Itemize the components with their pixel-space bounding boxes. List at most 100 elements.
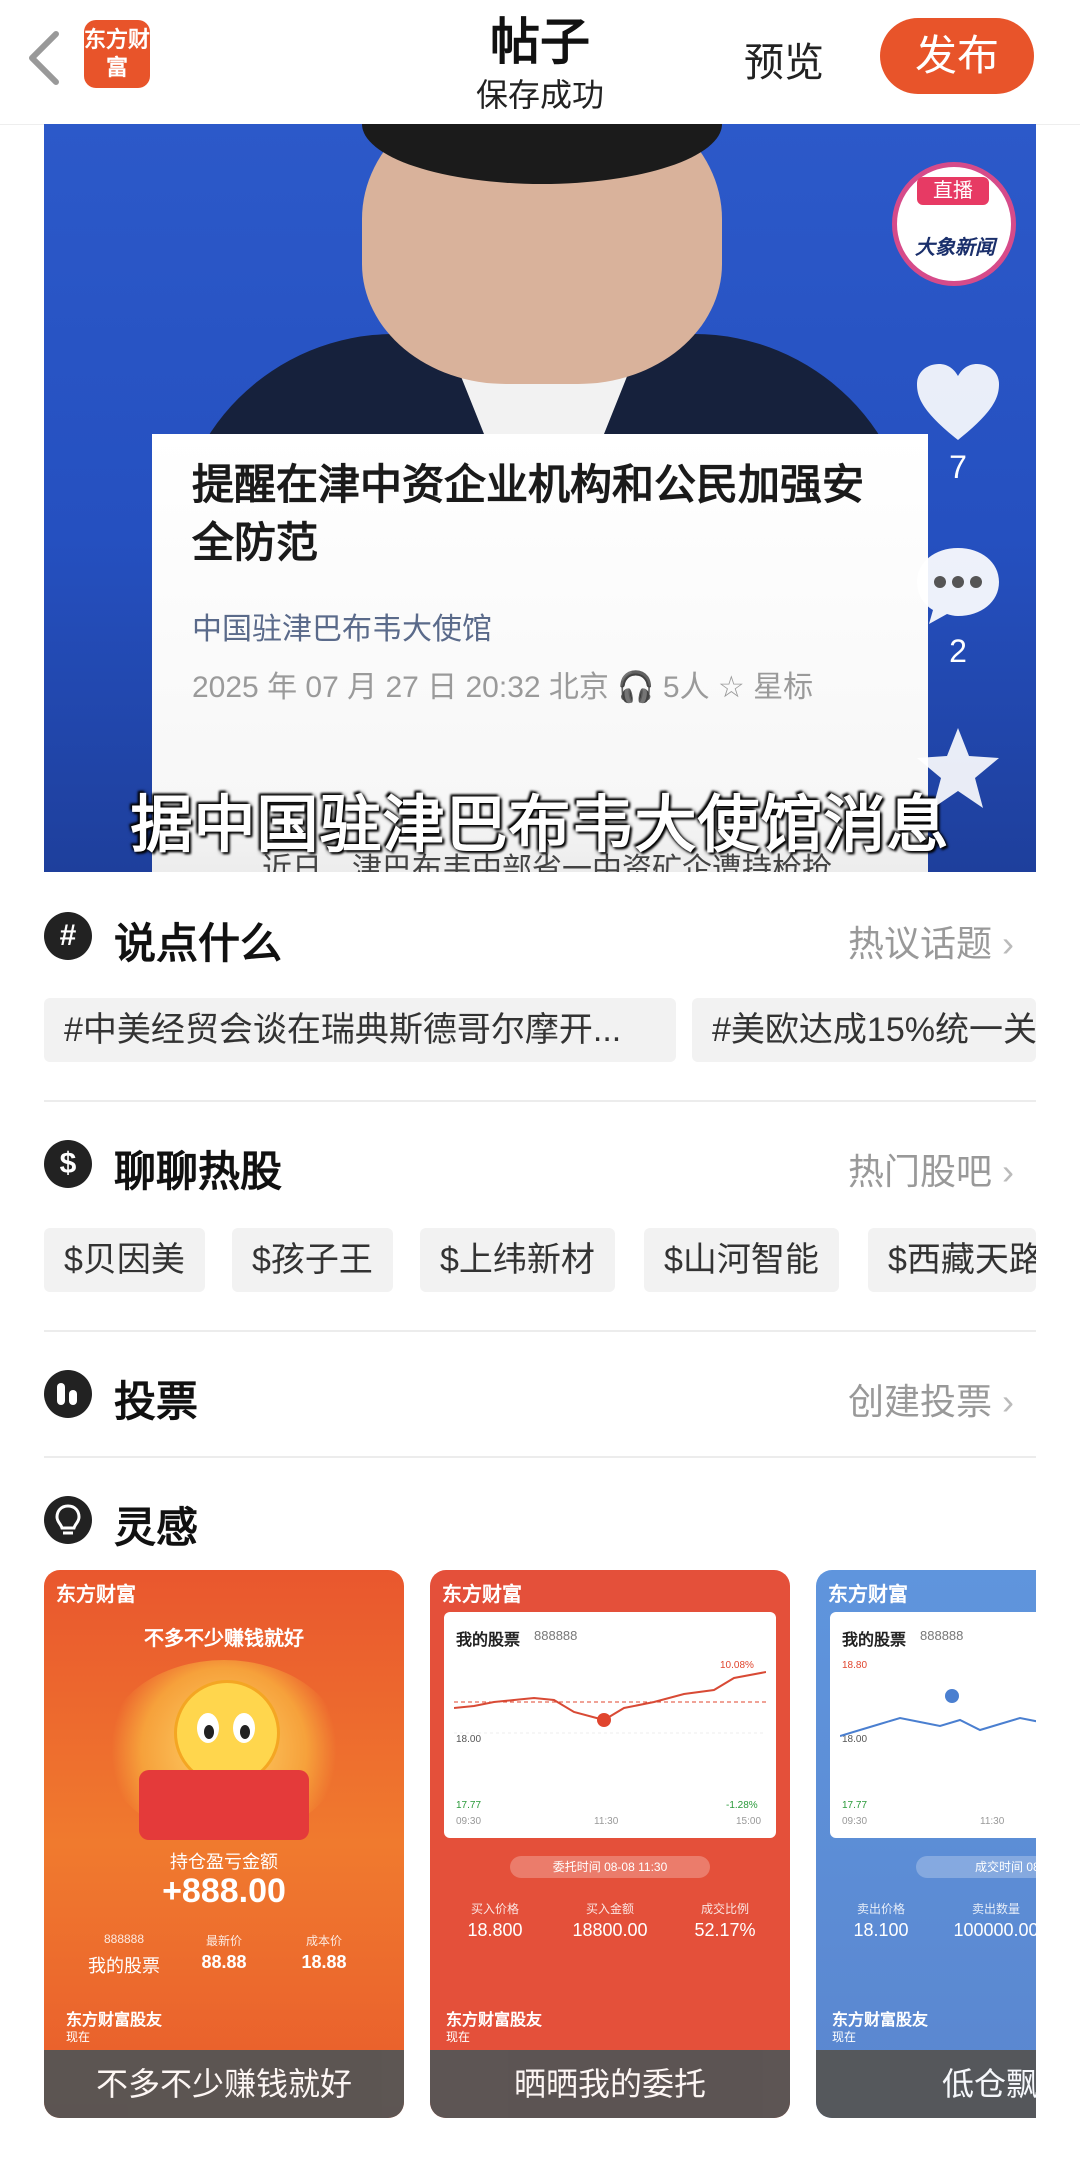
- star-icon: [917, 728, 999, 808]
- news-card-title: 提醒在津中资企业机构和公民加强安全防范: [192, 461, 865, 566]
- chart-low-pct: -1.28%: [726, 1800, 758, 1811]
- panel-title: 我的股票: [456, 1632, 521, 1649]
- trade-time-pill: 成交时间 08-08: [916, 1856, 1036, 1878]
- price-line: [840, 1689, 1036, 1737]
- panel-code: 888888: [534, 1628, 578, 1643]
- price-line: [454, 1671, 766, 1734]
- page-title: 帖子: [490, 14, 590, 70]
- col-label: 最新价: [205, 1934, 242, 1948]
- save-status: 保存成功: [475, 77, 604, 113]
- col-value: 18800.00: [572, 1920, 648, 1940]
- comment-button[interactable]: 2: [910, 544, 1006, 670]
- inspiration-card[interactable]: 东方财富 不多不少赚钱就好 持仓盈亏金额 +888.00 888888 我的股票…: [44, 1570, 404, 2118]
- card-user: 东方财富股友: [446, 2012, 543, 2029]
- video-caption: 据中国驻津巴布韦大使馆消息: [130, 791, 950, 860]
- inspiration-card-clip: 东方财富 我的股票 888888 18.80 18.00 17.77 09:30…: [816, 1570, 1036, 2118]
- panel-code: 888888: [920, 1628, 964, 1643]
- vote-title: 投票: [114, 1378, 199, 1425]
- chart-low: 17.77: [842, 1800, 868, 1811]
- favorite-button[interactable]: [910, 724, 1006, 819]
- col-value: 我的股票: [88, 1956, 160, 1976]
- hashtag-icon: #: [44, 912, 92, 960]
- stock-chip[interactable]: $山河智能: [644, 1228, 839, 1292]
- card-user: 东方财富股友: [832, 2012, 929, 2029]
- col-value: 100000.00: [953, 1920, 1036, 1940]
- live-label: 直播: [917, 177, 989, 205]
- order-time-pill: 委托时间 08-08 11:30: [510, 1856, 710, 1878]
- time-tick: 11:30: [980, 1816, 1005, 1827]
- dollar-icon: $: [44, 1140, 92, 1188]
- preview-button[interactable]: 预览: [744, 30, 824, 88]
- card-footer: 不多不少赚钱就好: [44, 2050, 404, 2118]
- col-label: 成本价: [305, 1934, 342, 1948]
- time-tick: 09:30: [456, 1816, 482, 1827]
- card-user: 东方财富股友: [66, 2012, 163, 2029]
- card-footer: 低仓飘过: [816, 2050, 1036, 2118]
- chevron-right-icon: ›: [1002, 923, 1015, 964]
- app-logo: 东方财富: [84, 20, 150, 88]
- time-tick: 11:30: [594, 1816, 619, 1827]
- back-icon[interactable]: [22, 28, 66, 88]
- col-value: 18.100: [853, 1920, 909, 1940]
- card-brand: 东方财富: [56, 1584, 136, 1606]
- topics-title: 说点什么: [114, 920, 283, 967]
- comment-icon: [917, 548, 999, 624]
- chevron-right-icon: ›: [1002, 1151, 1015, 1192]
- topic-chip[interactable]: #中美经贸会谈在瑞典斯德哥尔摩开...: [44, 998, 676, 1062]
- col-value: 52.17%: [694, 1920, 756, 1940]
- col-label: 卖出数量: [971, 1902, 1020, 1916]
- col-label: 卖出价格: [856, 1902, 905, 1916]
- vote-icon: [44, 1370, 92, 1418]
- inspiration-title: 灵感: [114, 1504, 199, 1551]
- stocks-title: 聊聊热股: [114, 1148, 283, 1195]
- gift-box-icon: [139, 1770, 309, 1840]
- col-label: 买入价格: [470, 1902, 519, 1916]
- card-brand: 东方财富: [442, 1584, 522, 1606]
- stock-chip[interactable]: $孩子王: [232, 1228, 393, 1292]
- divider: [44, 1456, 1036, 1458]
- col-value: 18.88: [301, 1952, 347, 1972]
- card-time: 现在: [832, 2030, 857, 2044]
- card-time: 现在: [446, 2030, 471, 2044]
- card-label: 持仓盈亏金额: [170, 1852, 278, 1872]
- create-vote-link[interactable]: 创建投票 ›: [848, 1373, 1014, 1425]
- card-brand: 东方财富: [828, 1584, 908, 1606]
- top-bar: 东方财富 帖子 保存成功 预览 发布: [0, 0, 1080, 125]
- live-brand: 大象新闻: [915, 237, 995, 259]
- chart-low: 17.77: [456, 1800, 482, 1811]
- hot-topics-link[interactable]: 热议话题 ›: [848, 915, 1014, 967]
- divider: [44, 1100, 1036, 1102]
- divider: [44, 1330, 1036, 1332]
- stock-chip[interactable]: $贝因美: [44, 1228, 205, 1292]
- publish-button[interactable]: 发布: [880, 18, 1034, 94]
- col-value: 88.88: [201, 1952, 247, 1972]
- col-label: 买入金额: [585, 1902, 634, 1916]
- like-count: 7: [949, 449, 967, 485]
- like-button[interactable]: 7: [910, 360, 1006, 486]
- inspiration-card[interactable]: 东方财富 我的股票 888888 10.08% 18.00 17.77 -1.2…: [430, 1570, 790, 2118]
- news-card-source: 中国驻津巴布韦大使馆: [192, 613, 492, 646]
- col-label: 888888: [103, 1932, 145, 1946]
- card-amount: +888.00: [162, 1872, 286, 1910]
- panel-title: 我的股票: [842, 1632, 907, 1649]
- card-time: 现在: [66, 2030, 91, 2044]
- hot-stocks-link[interactable]: 热门股吧 ›: [848, 1143, 1014, 1195]
- chart-panel: 我的股票 888888 10.08% 18.00 17.77 -1.28% 09…: [444, 1612, 776, 1838]
- comment-count: 2: [949, 633, 967, 669]
- col-label: 成交比例: [700, 1902, 749, 1916]
- col-value: 18.800: [467, 1920, 523, 1940]
- lightbulb-icon: [44, 1496, 92, 1544]
- card-headline: 不多不少赚钱就好: [144, 1628, 304, 1650]
- stock-chip[interactable]: $西藏天路: [868, 1228, 1036, 1292]
- stock-chip[interactable]: $上纬新材: [420, 1228, 615, 1292]
- time-tick: 09:30: [842, 1816, 868, 1827]
- chevron-right-icon: ›: [1002, 1381, 1015, 1422]
- news-card-meta: 2025 年 07 月 27 日 20:32 北京 🎧 5人 ☆ 星标: [192, 671, 814, 704]
- heart-icon: [917, 364, 999, 440]
- card-footer: 晒晒我的委托: [430, 2050, 790, 2118]
- chart-panel: 我的股票 888888 18.80 18.00 17.77 09:30 11:3…: [830, 1612, 1036, 1838]
- video-player[interactable]: 提醒在津中资企业机构和公民加强安全防范 中国驻津巴布韦大使馆 2025 年 07…: [44, 124, 1036, 872]
- topic-chip[interactable]: #美欧达成15%统一关: [692, 998, 1036, 1062]
- live-badge[interactable]: 直播 大象新闻: [892, 162, 1016, 286]
- inspiration-card[interactable]: 东方财富 我的股票 888888 18.80 18.00 17.77 09:30…: [816, 1570, 1036, 2118]
